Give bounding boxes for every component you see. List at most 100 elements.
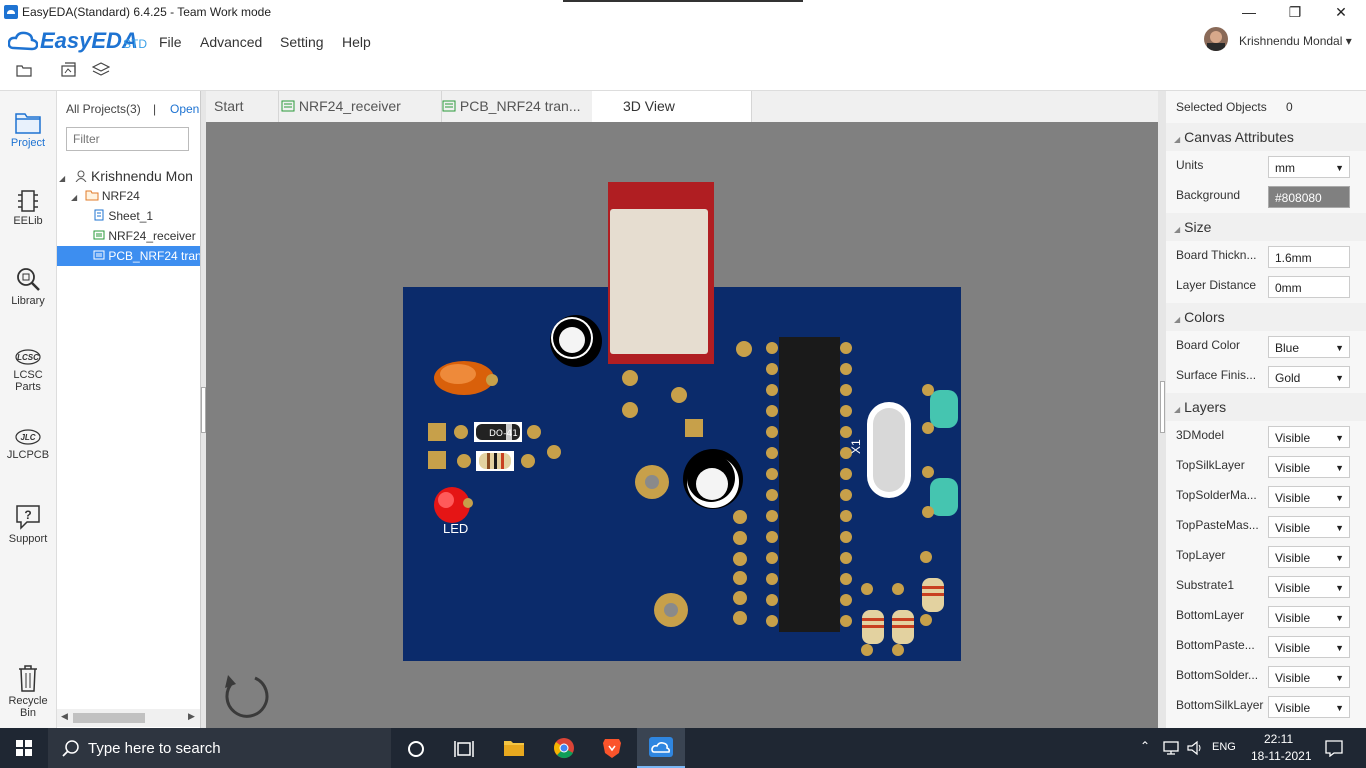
tab-label: 3D View — [623, 98, 675, 114]
nav-eelib-label: EELib — [13, 215, 43, 227]
nav-library[interactable]: Library — [0, 265, 56, 307]
tree-item-sheet[interactable]: Sheet_1 — [93, 206, 153, 226]
import-icon[interactable] — [61, 62, 77, 78]
pcb-3d-render[interactable]: DO-41 LED X1 — [206, 122, 1158, 728]
menu-advanced[interactable]: Advanced — [200, 34, 262, 50]
nav-support[interactable]: ? Support — [0, 503, 56, 545]
right-splitter[interactable] — [1158, 91, 1166, 728]
separator: | — [153, 102, 157, 116]
notifications-icon[interactable] — [1324, 739, 1344, 757]
user-name[interactable]: Krishnendu Mondal ▾ — [1239, 34, 1352, 48]
background-color-field[interactable]: #808080 — [1268, 186, 1350, 208]
tree-label: NRF24_receiver — [108, 229, 196, 243]
layer-bottomsilk-select[interactable]: Visible ▼ — [1268, 696, 1350, 718]
tab-3d-view[interactable]: 3D View — [592, 91, 752, 122]
scroll-right-icon[interactable]: ▶ — [188, 711, 195, 722]
menu-help[interactable]: Help — [342, 34, 371, 50]
tree-item-user[interactable]: ◢ Krishnendu Mon — [59, 166, 193, 186]
minimize-icon[interactable]: — — [1226, 2, 1272, 22]
nav-project[interactable]: Project — [0, 109, 56, 149]
section-colors[interactable]: ◢ Colors — [1166, 303, 1366, 331]
nav-support-label: Support — [8, 533, 48, 545]
units-select[interactable]: mm ▼ — [1268, 156, 1350, 178]
section-size[interactable]: ◢ Size — [1166, 213, 1366, 241]
horizontal-scrollbar[interactable]: ◀ ▶ — [57, 709, 200, 727]
filter-input[interactable] — [66, 127, 189, 151]
nav-recycle-bin[interactable]: Recycle Bin — [0, 663, 56, 719]
easyeda-taskbar-button[interactable] — [637, 728, 685, 768]
board-thickness-input[interactable]: 1.6mm — [1268, 246, 1350, 268]
file-explorer-icon[interactable] — [503, 738, 525, 758]
chevron-down-icon: ▼ — [1335, 643, 1344, 653]
layer-topsilk-select[interactable]: Visible ▼ — [1268, 456, 1350, 478]
collapse-handle[interactable] — [1160, 381, 1165, 433]
all-projects-link[interactable]: All Projects(3) — [66, 102, 141, 116]
properties-panel: Selected Objects 0 ◢ Canvas Attributes Un… — [1166, 91, 1366, 728]
board-color-select[interactable]: Blue ▼ — [1268, 336, 1350, 358]
network-icon[interactable] — [1162, 740, 1180, 756]
taskbar-search[interactable]: Type here to search — [48, 728, 391, 768]
nav-lcsc-parts[interactable]: LCSC LCSC Parts — [0, 347, 56, 393]
tab-start[interactable]: Start — [206, 91, 279, 122]
nav-eelib[interactable]: EELib — [0, 189, 56, 227]
layer-distance-input[interactable]: 0mm — [1268, 276, 1350, 298]
tree-label: Sheet_1 — [108, 209, 154, 223]
layer-bottomsolder-select[interactable]: Visible ▼ — [1268, 666, 1350, 688]
avatar[interactable] — [1204, 27, 1228, 51]
tree-label: PCB_NRF24 tran — [108, 249, 200, 263]
chrome-icon[interactable] — [553, 737, 575, 759]
diode-label: DO-41 — [489, 429, 518, 439]
layer-bottomlayer-select[interactable]: Visible ▼ — [1268, 606, 1350, 628]
open-folder-icon[interactable] — [16, 63, 32, 77]
search-library-icon — [17, 268, 40, 291]
tree-item-nrf24[interactable]: ◢ NRF24 — [71, 186, 140, 206]
section-layers[interactable]: ◢ Layers — [1166, 393, 1366, 421]
crystal-label: X1 — [849, 439, 863, 454]
windows-start-icon[interactable] — [16, 740, 32, 756]
project-panel: All Projects(3) | Open ◢ Krishnendu Mon … — [57, 91, 200, 728]
scroll-thumb[interactable] — [73, 713, 145, 723]
scroll-left-icon[interactable]: ◀ — [61, 711, 68, 722]
chevron-down-icon: ▼ — [1335, 373, 1344, 383]
prop-label: BottomLayer — [1176, 608, 1245, 622]
open-link[interactable]: Open — [170, 102, 199, 116]
layer-3dmodel-select[interactable]: Visible ▼ — [1268, 426, 1350, 448]
maximize-icon[interactable]: ❐ — [1272, 2, 1318, 22]
nav-jlcpcb[interactable]: JLC JLCPCB — [0, 427, 56, 461]
layer-toplayer-select[interactable]: Visible ▼ — [1268, 546, 1350, 568]
brave-icon[interactable] — [602, 737, 622, 759]
layer-toppaste-select[interactable]: Visible ▼ — [1268, 516, 1350, 538]
section-canvas-attributes[interactable]: ◢ Canvas Attributes — [1166, 123, 1366, 151]
clock-time[interactable]: 22:11 — [1264, 732, 1293, 746]
tree-toggle[interactable]: ◢ — [71, 193, 77, 202]
surface-finish-select[interactable]: Gold ▼ — [1268, 366, 1350, 388]
language-indicator[interactable]: ENG — [1212, 741, 1236, 753]
rotate-icon[interactable] — [225, 675, 269, 718]
3d-canvas[interactable]: DO-41 LED X1 — [206, 122, 1158, 728]
menu-setting[interactable]: Setting — [280, 34, 324, 50]
prop-label: TopLayer — [1176, 548, 1226, 562]
clock-date[interactable]: 18-11-2021 — [1251, 749, 1312, 763]
prop-label: BottomPaste... — [1176, 638, 1255, 652]
tray-chevron-icon[interactable]: ⌃ — [1140, 739, 1150, 753]
tree-label: NRF24 — [101, 189, 140, 203]
layer-topsolder-select[interactable]: Visible ▼ — [1268, 486, 1350, 508]
volume-icon[interactable] — [1186, 740, 1204, 756]
help-icon: ? — [16, 505, 40, 530]
prop-label: Board Thickn... — [1176, 248, 1257, 262]
cortana-icon[interactable] — [407, 740, 425, 758]
tree-toggle[interactable]: ◢ — [59, 174, 65, 183]
layers-icon[interactable] — [92, 62, 110, 78]
layer-bottompaste-select[interactable]: Visible ▼ — [1268, 636, 1350, 658]
tree-item-pcb-nrf24[interactable]: PCB_NRF24 tran — [57, 246, 200, 266]
chevron-down-icon: ▼ — [1335, 673, 1344, 683]
prop-label: TopPasteMas... — [1176, 518, 1259, 532]
tab-pcb-nrf24[interactable]: PCB_NRF24 tran... — [432, 91, 601, 122]
menu-file[interactable]: File — [159, 34, 182, 50]
close-icon[interactable]: ✕ — [1318, 2, 1364, 22]
tree-item-nrf24-receiver[interactable]: NRF24_receiver — [93, 226, 196, 246]
layer-substrate-select[interactable]: Visible ▼ — [1268, 576, 1350, 598]
task-view-icon[interactable] — [454, 740, 474, 758]
taskbar: Type here to search ⌃ ENG 22:11 18-11-20… — [0, 728, 1366, 768]
tab-nrf24-receiver[interactable]: NRF24_receiver — [271, 91, 442, 122]
